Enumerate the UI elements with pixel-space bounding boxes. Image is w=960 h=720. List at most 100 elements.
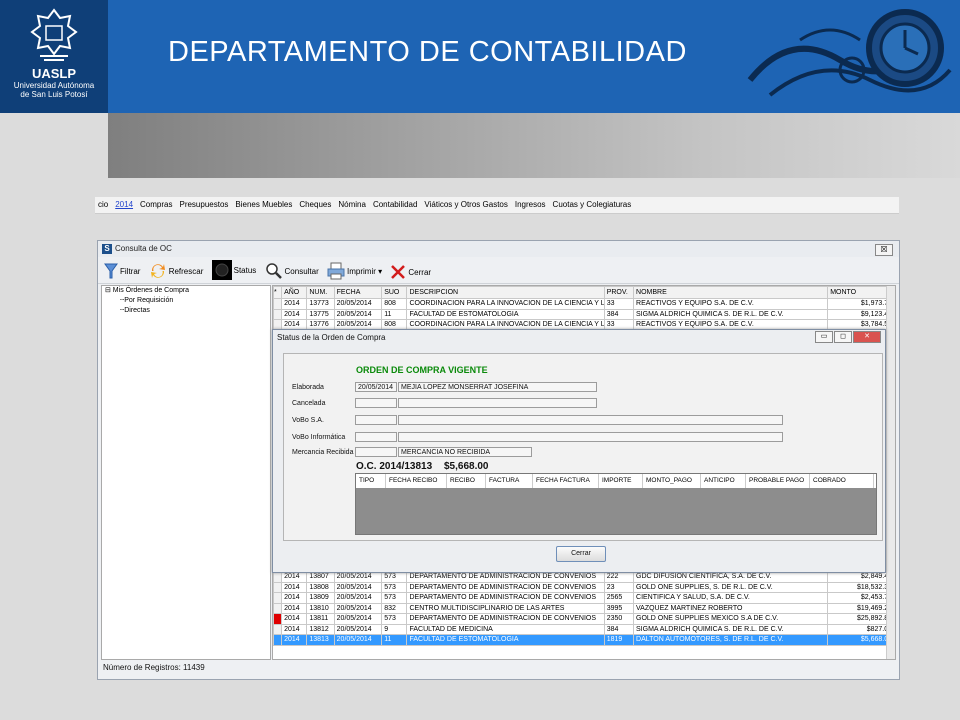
dialog-close-x-button[interactable]: ✕ (853, 331, 881, 343)
payments-col-probable-pago[interactable]: PROBABLE PAGO (746, 474, 810, 488)
payments-col-importe[interactable]: IMPORTE (599, 474, 643, 488)
row-header-cell[interactable] (273, 623, 283, 635)
row-header-cell[interactable] (273, 613, 283, 625)
printer-icon (327, 262, 345, 280)
cell-num: 13807 (306, 571, 335, 583)
column-header-nombre[interactable]: NOMBRE (633, 286, 829, 299)
elaborada-date-field: 20/05/2014 (355, 382, 397, 392)
row-header-cell[interactable] (273, 592, 283, 604)
filtrar-button[interactable]: Filtrar (104, 261, 140, 281)
menu-item-ingresos[interactable]: Ingresos (512, 197, 550, 209)
cancelada-person-field (398, 398, 597, 408)
menu-item-bienes-muebles[interactable]: Bienes Muebles (232, 197, 296, 209)
cell-anio: 2014 (281, 634, 308, 646)
menu-item-compras[interactable]: Compras (137, 197, 176, 209)
university-crest-icon (30, 8, 78, 61)
cell-desc: DEPARTAMENTO DE ADMINISTRACION DE CONVEN… (406, 571, 605, 583)
menu-item-contabilidad[interactable]: Contabilidad (370, 197, 421, 209)
cell-prov: 222 (603, 571, 635, 583)
column-header-descripcion[interactable]: DESCRIPCION (406, 286, 605, 299)
cerrar-button[interactable]: Cerrar (390, 262, 431, 282)
table-row[interactable]: 2014 13810 20/05/2014 832 CENTRO MULTIDISCIP… (273, 602, 895, 614)
consultar-button[interactable]: Consultar (265, 261, 319, 281)
record-count: Número de Registros: 11439 (103, 663, 205, 672)
imprimir-button[interactable]: Imprimir ▾ (327, 261, 382, 281)
menu-item-presupuestos[interactable]: Presupuestos (176, 197, 232, 209)
consultar-label: Consultar (284, 266, 319, 276)
column-header-suo[interactable]: SUO (381, 286, 408, 299)
row-header-cell[interactable] (273, 581, 283, 593)
cell-fecha: 20/05/2014 (333, 308, 383, 320)
status-button[interactable]: Status (211, 260, 257, 280)
mercancia-date-field (355, 447, 397, 457)
column-header-monto[interactable]: MONTO (827, 286, 895, 299)
cell-monto: $18,532.35 (827, 581, 895, 593)
table-row[interactable]: 2014 13813 20/05/2014 11 FACULTAD DE ESTOMAT… (273, 634, 895, 646)
imprimir-label: Imprimir (347, 266, 376, 276)
funnel-icon (104, 263, 118, 279)
cell-num: 13808 (306, 581, 335, 593)
cell-prov: 23 (603, 581, 635, 593)
refrescar-button[interactable]: Refrescar (149, 261, 203, 281)
payments-col-tipo[interactable]: TIPO (356, 474, 386, 488)
cell-desc: FACULTAD DE ESTOMATOLOGIA (406, 308, 605, 320)
menu-item-cheques[interactable]: Cheques (296, 197, 335, 209)
table-row[interactable]: 2014 13808 20/05/2014 573 DEPARTAMENTO DE AD… (273, 581, 895, 593)
payments-grid: TIPO FECHA RECIBO RECIBO FACTURA FECHA F… (355, 473, 877, 535)
row-header-cell[interactable] (273, 634, 283, 646)
cell-fecha: 20/05/2014 (333, 571, 383, 583)
cell-num: 13810 (306, 602, 335, 614)
table-row[interactable]: 2014 13812 20/05/2014 9 FACULTAD DE MEDICINA… (273, 623, 895, 635)
oc-amount: $5,668.00 (444, 461, 489, 472)
cell-desc: DEPARTAMENTO DE ADMINISTRACION DE CONVEN… (406, 581, 605, 593)
cell-suo: 573 (381, 613, 408, 625)
minimize-button[interactable]: ▭ (815, 331, 833, 343)
menu-item-inicio[interactable]: cio (95, 197, 112, 209)
cell-anio: 2014 (281, 592, 308, 604)
payments-col-recibo[interactable]: RECIBO (447, 474, 486, 488)
cerrar-dialog-button[interactable]: Cerrar (556, 546, 606, 562)
cell-monto: $9,123.40 (827, 308, 895, 320)
menu-item-viaticos[interactable]: Viáticos y Otros Gastos (421, 197, 511, 209)
cell-nombre: GOLD ONE SUPPLIES MEXICO S.A DE C.V. (633, 613, 829, 625)
payments-col-anticipo[interactable]: ANTICIPO (701, 474, 746, 488)
payments-col-fecha-factura[interactable]: FECHA FACTURA (533, 474, 599, 488)
column-header-fecha[interactable]: FECHA (333, 286, 383, 299)
vobo-sa-label: VoBo S.A. (292, 417, 324, 424)
tree-node-por-requisicion[interactable]: ┄Por Requisición (102, 296, 270, 306)
payments-col-monto-pago[interactable]: MONTO_PAGO (643, 474, 701, 488)
column-header-num[interactable]: NUM. (306, 286, 335, 299)
cell-fecha: 20/05/2014 (333, 634, 383, 646)
header-banner: DEPARTAMENTO DE CONTABILIDAD (108, 0, 960, 113)
menu-item-nomina[interactable]: Nómina (335, 197, 370, 209)
menu-item-year[interactable]: 2014 (112, 197, 137, 209)
table-row[interactable]: 2014 13811 20/05/2014 573 DEPARTAMENTO DE AD… (273, 613, 895, 625)
table-row[interactable]: 2014 13809 20/05/2014 573 DEPARTAMENTO DE AD… (273, 592, 895, 604)
payments-col-cobrado[interactable]: COBRADO (810, 474, 874, 488)
grid-vertical-scrollbar[interactable] (886, 286, 895, 659)
menu-item-cuotas[interactable]: Cuotas y Colegiaturas (550, 197, 636, 209)
payments-col-factura[interactable]: FACTURA (486, 474, 533, 488)
payments-col-fecha-recibo[interactable]: FECHA RECIBO (386, 474, 447, 488)
row-header-cell[interactable] (273, 308, 283, 320)
cell-monto: $827.08 (827, 623, 895, 635)
row-header-cell[interactable] (273, 298, 283, 310)
vobo-informatica-label: VoBo Informática (292, 434, 346, 441)
column-header-prov[interactable]: PROV. (603, 286, 635, 299)
cell-nombre: DALTON AUTOMOTORES, S. DE R.L. DE C.V. (633, 634, 829, 646)
status-label: Status (233, 265, 257, 275)
cell-suo: 11 (381, 308, 408, 320)
row-header-cell[interactable] (273, 602, 283, 614)
tree-node-mis-ordenes[interactable]: ⊟ Mis Órdenes de Compra (102, 286, 270, 296)
window-close-button[interactable]: ☒ (875, 244, 893, 256)
status-icon (211, 260, 232, 280)
tree-node-directas[interactable]: ┄Directas (102, 306, 270, 316)
vobo-sa-person-field (398, 415, 783, 425)
table-row[interactable]: 2014 13773 20/05/2014 808 COORDINACION PARA … (273, 298, 895, 310)
table-row[interactable]: 2014 13775 20/05/2014 11 FACULTAD DE ESTOMAT… (273, 308, 895, 320)
row-header-cell[interactable] (273, 571, 283, 583)
table-row[interactable]: 2014 13807 20/05/2014 573 DEPARTAMENTO DE AD… (273, 571, 895, 583)
cell-prov: 384 (603, 308, 635, 320)
maximize-button[interactable]: ◻ (834, 331, 852, 343)
column-header-anio[interactable]: AÑO (281, 286, 308, 299)
